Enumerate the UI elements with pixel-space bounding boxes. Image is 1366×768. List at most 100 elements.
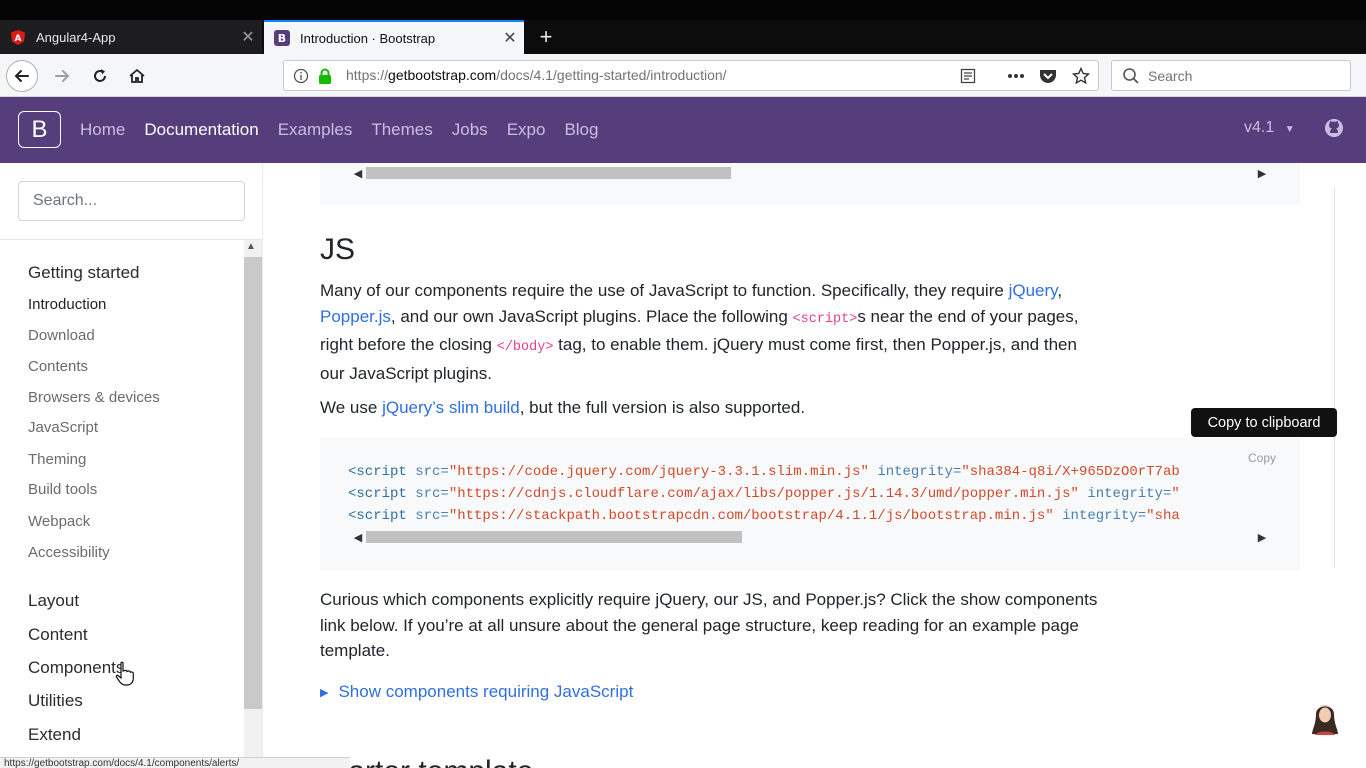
version-dropdown[interactable]: v4.1 ▼ xyxy=(1244,119,1295,137)
svg-text:B: B xyxy=(278,32,286,45)
disclosure-triangle-icon: ▶ xyxy=(320,686,329,699)
brand-letter: B xyxy=(31,115,48,143)
sidebar-group-utilities[interactable]: Utilities xyxy=(28,691,83,711)
code-string: "https://code.jquery.com/jquery-3.3.1.sl… xyxy=(448,464,869,480)
code-horizontal-scrollbar[interactable]: ◀ ▶ xyxy=(350,165,1270,181)
jquery-link[interactable]: jQuery xyxy=(1009,281,1058,300)
code-horizontal-scrollbar[interactable]: ◀ ▶ xyxy=(350,529,1270,545)
sidebar-item-webpack[interactable]: Webpack xyxy=(28,513,90,530)
tab-introduction-bootstrap[interactable]: B Introduction · Bootstrap ✕ xyxy=(264,20,524,54)
docs-main-content: ◀ ▶ JS Many of our components require th… xyxy=(263,163,1366,768)
sidebar-item-accessibility[interactable]: Accessibility xyxy=(28,544,110,561)
code-attr: src= xyxy=(415,486,449,502)
scroll-up-arrow-icon[interactable]: ▲ xyxy=(246,241,256,252)
code-fade-edge xyxy=(1272,438,1300,570)
sidebar-item-build-tools[interactable]: Build tools xyxy=(28,481,97,498)
section-heading-js: JS xyxy=(320,233,356,266)
jquery-slim-build-link[interactable]: jQuery’s slim build xyxy=(382,398,520,417)
search-icon xyxy=(1123,68,1139,84)
close-tab-icon[interactable]: ✕ xyxy=(234,27,262,47)
section-heading-starter-template: Starter template xyxy=(320,755,533,768)
sidebar-item-contents[interactable]: Contents xyxy=(28,358,88,375)
bootstrap-logo[interactable]: B xyxy=(18,111,61,148)
sidebar-group-layout[interactable]: Layout xyxy=(28,591,79,611)
browser-search-input[interactable] xyxy=(1148,61,1344,90)
sidebar-item-javascript[interactable]: JavaScript xyxy=(28,419,98,436)
home-button[interactable] xyxy=(121,60,153,92)
scrollbar-track[interactable] xyxy=(366,530,1254,544)
docs-sidebar: ▲ Getting started Introduction Download … xyxy=(0,163,263,768)
nav-link-blog[interactable]: Blog xyxy=(564,120,598,140)
sidebar-divider xyxy=(0,239,262,240)
tab-angular4-app[interactable]: A Angular4-App ✕ xyxy=(0,20,262,54)
forward-button[interactable] xyxy=(46,60,78,92)
text: , and our own JavaScript plugins. Place … xyxy=(390,306,793,326)
code-string: "sha xyxy=(1146,508,1180,524)
lock-icon[interactable] xyxy=(316,67,334,85)
scroll-right-arrow-icon[interactable]: ▶ xyxy=(1254,167,1270,180)
home-icon xyxy=(129,68,145,83)
browser-search-bar[interactable] xyxy=(1111,60,1351,91)
site-nav-links: Home Documentation Examples Themes Jobs … xyxy=(80,97,598,163)
close-tab-icon[interactable]: ✕ xyxy=(496,28,524,48)
code-attr: integrity= xyxy=(1062,508,1147,524)
new-tab-button[interactable]: + xyxy=(532,20,560,54)
sidebar-item-introduction[interactable]: Introduction xyxy=(28,296,106,313)
bootstrap-icon: B xyxy=(274,30,290,46)
sidebar-item-browsers-devices[interactable]: Browsers & devices xyxy=(28,389,160,406)
info-icon[interactable] xyxy=(292,67,310,85)
pocket-icon[interactable] xyxy=(1039,67,1057,85)
url-bar[interactable]: https://getbootstrap.com/docs/4.1/gettin… xyxy=(283,60,1099,91)
window-top-strip xyxy=(0,0,1366,20)
sidebar-group-getting-started[interactable]: Getting started xyxy=(28,263,140,283)
caret-down-icon: ▼ xyxy=(1284,124,1295,135)
docs-search-input[interactable] xyxy=(18,181,245,221)
sidebar-scrollbar-thumb[interactable] xyxy=(244,257,262,709)
sidebar-group-extend[interactable]: Extend xyxy=(28,725,81,745)
scrollbar-track[interactable] xyxy=(366,166,1254,180)
nav-link-jobs[interactable]: Jobs xyxy=(452,120,488,140)
code-string: "sha384-q8i/X+965DzO0rT7ab xyxy=(961,464,1180,480)
scrollbar-thumb[interactable] xyxy=(366,167,731,179)
scroll-left-arrow-icon[interactable]: ◀ xyxy=(350,167,366,180)
reload-button[interactable] xyxy=(84,60,116,92)
nav-link-examples[interactable]: Examples xyxy=(278,120,353,140)
scroll-right-arrow-icon[interactable]: ▶ xyxy=(1254,531,1270,544)
tab-title: Angular4-App xyxy=(36,29,116,45)
sidebar-item-download[interactable]: Download xyxy=(28,327,95,344)
show-components-toggle[interactable]: ▶ Show components requiring JavaScript xyxy=(320,682,633,702)
scrollbar-thumb[interactable] xyxy=(366,531,742,543)
components-paragraph: Curious which components explicitly requ… xyxy=(320,590,1098,660)
nav-link-themes[interactable]: Themes xyxy=(371,120,432,140)
slim-build-paragraph: We use jQuery’s slim build, but the full… xyxy=(320,395,1100,421)
url-text[interactable]: https://getbootstrap.com/docs/4.1/gettin… xyxy=(346,61,727,90)
details-label: Show components requiring JavaScript xyxy=(338,682,634,701)
more-actions-icon[interactable] xyxy=(1007,67,1025,85)
code-attr: src= xyxy=(415,464,449,480)
copy-button[interactable]: Copy xyxy=(1248,451,1276,465)
hand-cursor-icon xyxy=(114,661,136,692)
text: Many of our components require the use o… xyxy=(320,281,1004,300)
site-navbar: B Home Documentation Examples Themes Job… xyxy=(0,97,1366,163)
text: , but the full version is also supported… xyxy=(519,398,806,417)
sidebar-group-content[interactable]: Content xyxy=(28,625,88,645)
nav-link-documentation[interactable]: Documentation xyxy=(144,120,258,140)
code-tag: <script xyxy=(348,508,407,524)
back-button[interactable] xyxy=(6,60,38,92)
url-domain: getbootstrap.com xyxy=(388,67,497,83)
sidebar-item-theming[interactable]: Theming xyxy=(28,451,86,468)
code-line: <script src="https://code.jquery.com/jqu… xyxy=(348,464,1180,480)
arrow-left-icon xyxy=(14,70,29,82)
reader-view-icon[interactable] xyxy=(959,67,977,85)
sidebar-group-components[interactable]: Components xyxy=(28,658,124,678)
bookmark-star-icon[interactable] xyxy=(1072,67,1090,85)
nav-link-expo[interactable]: Expo xyxy=(507,120,546,140)
browser-toolbar: https://getbootstrap.com/docs/4.1/gettin… xyxy=(0,54,1366,97)
popper-link[interactable]: Popper.js xyxy=(320,307,391,326)
nav-link-home[interactable]: Home xyxy=(80,120,125,140)
tab-title: Introduction · Bootstrap xyxy=(300,30,436,46)
angular-icon: A xyxy=(10,29,26,45)
github-icon[interactable] xyxy=(1324,118,1344,143)
scroll-left-arrow-icon[interactable]: ◀ xyxy=(350,531,366,544)
code-attr: integrity= xyxy=(1087,486,1172,502)
